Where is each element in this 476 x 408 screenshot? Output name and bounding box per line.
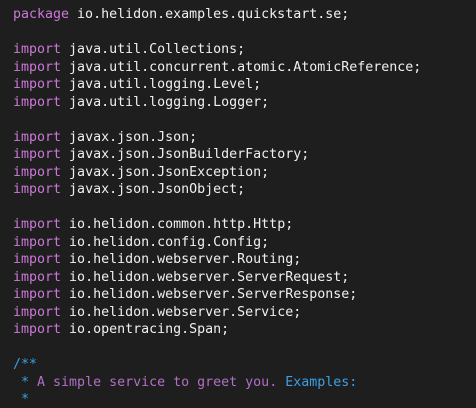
identifier-token: io.helidon.webserver.Routing; [61, 252, 302, 267]
code-line: import io.opentracing.Span; [0, 321, 476, 339]
code-line: import javax.json.JsonObject; [0, 181, 476, 199]
code-line: import javax.json.JsonBuilderFactory; [0, 146, 476, 164]
identifier-token: io.helidon.webserver.ServerResponse; [61, 287, 358, 302]
code-line: import java.util.logging.Logger; [0, 94, 476, 112]
code-line: import java.util.Collections; [0, 41, 476, 59]
code-line: * A simple service to greet you. Example… [0, 374, 476, 392]
identifier-token: java.util.logging.Level; [61, 77, 262, 92]
keyword-token: import [13, 182, 62, 197]
identifier-token: io.helidon.common.http.Http; [61, 217, 294, 232]
comment-token: * [13, 392, 30, 407]
comment-star-token: * [13, 374, 38, 390]
identifier-token: java.util.logging.Logger; [61, 94, 270, 110]
keyword-token: import [13, 252, 62, 267]
code-line: import io.helidon.webserver.ServerReques… [0, 269, 476, 287]
code-line: import java.util.concurrent.atomic.Atomi… [0, 59, 476, 77]
keyword-token: import [13, 269, 62, 285]
code-line: import java.util.logging.Level; [0, 76, 476, 94]
identifier-token: java.util.Collections; [61, 42, 246, 57]
comment-token: /** [13, 357, 38, 372]
code-line: import io.helidon.webserver.Service; [0, 304, 476, 322]
identifier-token: io.helidon.examples.quickstart.se; [69, 7, 350, 22]
code-line: import javax.json.Json; [0, 129, 476, 147]
code-line: import io.helidon.common.http.Http; [0, 216, 476, 234]
keyword-token: package [13, 7, 70, 22]
identifier-token: javax.json.JsonException; [61, 164, 270, 180]
keyword-token: import [13, 234, 62, 250]
code-line: /** [0, 356, 476, 374]
code-editor[interactable]: package io.helidon.examples.quickstart.s… [0, 0, 476, 408]
identifier-token: javax.json.JsonObject; [61, 182, 246, 197]
identifier-token: io.helidon.webserver.ServerRequest; [61, 269, 350, 285]
comment-tag-token: Examples: [285, 374, 358, 390]
keyword-token: import [13, 59, 62, 75]
identifier-token: io.opentracing.Span; [61, 322, 230, 337]
code-line: import io.helidon.webserver.Routing; [0, 251, 476, 269]
keyword-token: import [13, 94, 62, 110]
identifier-token: io.helidon.config.Config; [61, 234, 270, 250]
keyword-token: import [13, 147, 62, 162]
keyword-token: import [13, 164, 62, 180]
keyword-token: import [13, 217, 62, 232]
code-line: * [0, 391, 476, 408]
identifier-token: javax.json.Json; [61, 129, 198, 145]
keyword-token: import [13, 77, 62, 92]
identifier-token: io.helidon.webserver.Service; [61, 304, 302, 320]
code-line: package io.helidon.examples.quickstart.s… [0, 6, 476, 24]
keyword-token: import [13, 322, 62, 337]
code-line: import io.helidon.config.Config; [0, 234, 476, 252]
keyword-token: import [13, 42, 62, 57]
code-line: import io.helidon.webserver.ServerRespon… [0, 286, 476, 304]
identifier-token: java.util.concurrent.atomic.AtomicRefere… [61, 59, 422, 75]
keyword-token: import [13, 287, 62, 302]
code-line: import javax.json.JsonException; [0, 164, 476, 182]
keyword-token: import [13, 129, 62, 145]
comment-text-token: A simple service to greet you. [37, 374, 286, 390]
identifier-token: javax.json.JsonBuilderFactory; [61, 147, 310, 162]
keyword-token: import [13, 304, 62, 320]
